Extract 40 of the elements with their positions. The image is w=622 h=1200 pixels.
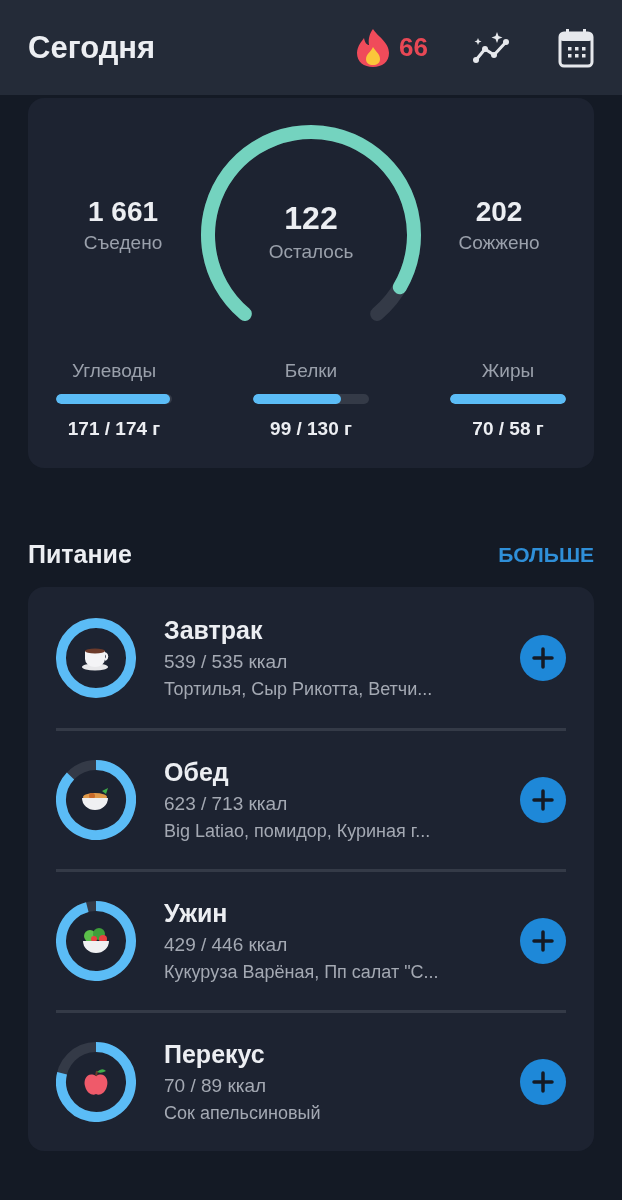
- macro-reading: 171 / 174 г: [67, 418, 161, 440]
- meal-foods: Big Latiao, помидор, Куриная г...: [164, 821, 432, 842]
- eaten-value: 1 661: [87, 196, 159, 228]
- meal-calories: 623 / 713 ккал: [164, 793, 289, 815]
- add-button[interactable]: [520, 1059, 566, 1105]
- eaten-label: Съедено: [83, 232, 163, 254]
- meal-calories: 539 / 535 ккал: [164, 650, 289, 673]
- macro-label: Углеводы: [71, 360, 157, 382]
- macro-label: Белки: [284, 360, 338, 382]
- burned-value: 202: [475, 196, 523, 228]
- meal-name: Завтрак: [164, 615, 264, 645]
- meal-calories: 70 / 89 ккал: [164, 1075, 268, 1097]
- meal-foods: Тортилья, Сыр Рикотта, Ветчи...: [164, 678, 434, 700]
- apple-icon: [82, 1067, 110, 1097]
- calendar-icon[interactable]: [558, 27, 594, 68]
- meal-name: Перекус: [164, 1040, 266, 1069]
- meal-name: Ужин: [164, 899, 229, 928]
- section-title: Питание: [28, 540, 132, 569]
- more-link[interactable]: БОЛЬШЕ: [498, 542, 594, 567]
- macro-label: Жиры: [481, 360, 535, 382]
- page-title: Сегодня: [28, 29, 157, 66]
- meal-name: Обед: [164, 758, 230, 787]
- streak-count: 66: [399, 32, 428, 63]
- remaining-label: Осталось: [268, 241, 354, 263]
- plus-icon: [531, 929, 555, 953]
- add-button[interactable]: [520, 918, 566, 964]
- meal-calories: 429 / 446 ккал: [164, 934, 289, 956]
- plus-icon: [531, 645, 555, 670]
- remaining-value: 122: [284, 200, 338, 237]
- plus-icon: [531, 788, 555, 812]
- burned-label: Сожжено: [458, 232, 540, 254]
- macro-reading: 99 / 130 г: [270, 418, 352, 440]
- salad-icon: [81, 927, 111, 955]
- plus-icon: [531, 1070, 555, 1094]
- macro-reading: 70 / 58 г: [472, 418, 544, 440]
- flame-icon: [355, 27, 392, 68]
- meal-foods: Кукуруза Варёная, Пп салат "С...: [164, 962, 440, 983]
- add-button[interactable]: [520, 777, 566, 823]
- add-button[interactable]: [520, 634, 566, 681]
- meal-foods: Сок апельсиновый: [164, 1103, 322, 1124]
